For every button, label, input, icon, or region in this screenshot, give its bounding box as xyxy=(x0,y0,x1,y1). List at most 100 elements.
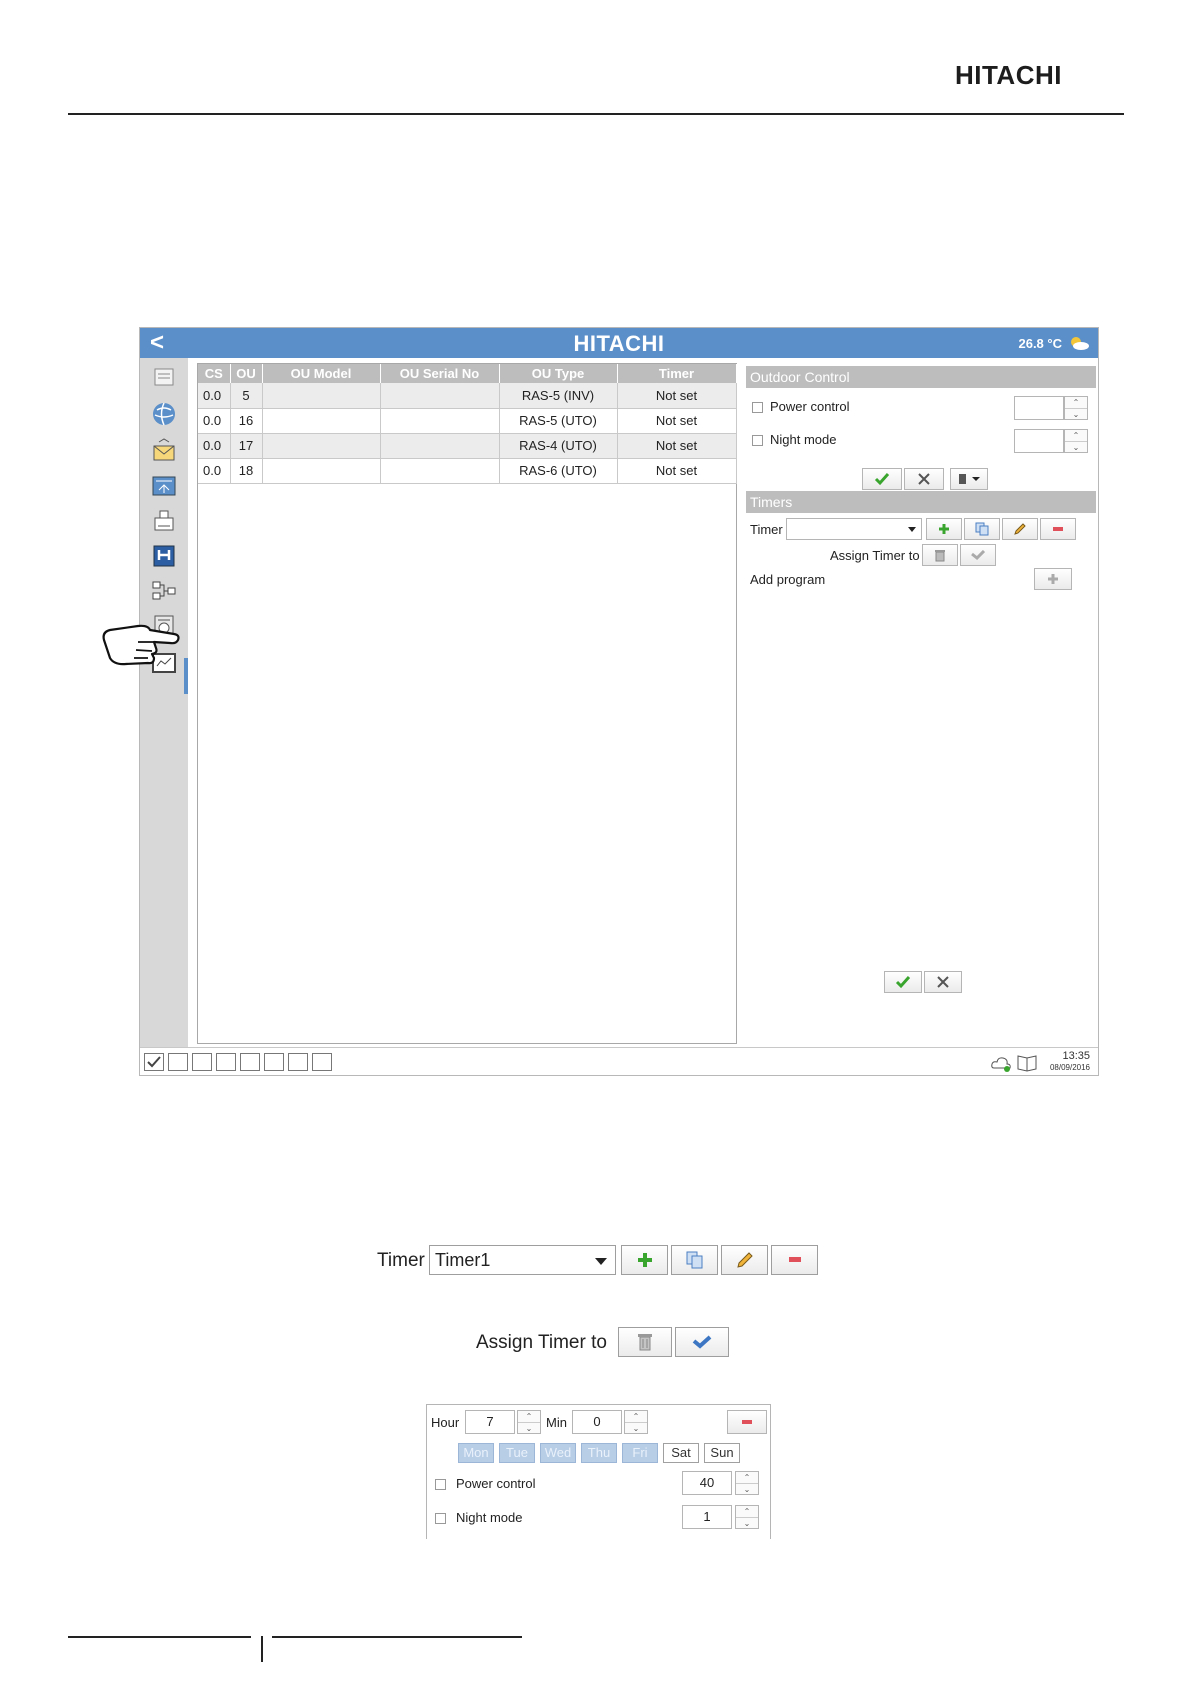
cell-timer: Not set xyxy=(617,408,737,434)
clipboard-icon[interactable] xyxy=(151,364,177,390)
status-slot-checked[interactable] xyxy=(144,1053,164,1071)
detail-copy-timer-button[interactable] xyxy=(671,1245,718,1275)
pencil-icon xyxy=(736,1252,753,1268)
add-program-button[interactable] xyxy=(1034,568,1072,590)
min-input[interactable]: 0 xyxy=(572,1410,622,1434)
detail-add-timer-button[interactable] xyxy=(621,1245,668,1275)
cell-timer: Not set xyxy=(617,383,737,409)
detail-delete-timer-button[interactable] xyxy=(771,1245,818,1275)
program-power-input[interactable]: 40 xyxy=(682,1471,732,1495)
remote-network-icon[interactable] xyxy=(151,473,177,499)
weather-icon xyxy=(1071,337,1089,350)
program-night-input[interactable]: 1 xyxy=(682,1505,732,1529)
status-slot[interactable] xyxy=(216,1053,236,1071)
day-toggle-fri[interactable]: Fri xyxy=(622,1443,658,1463)
table-row[interactable]: 0.0 17 RAS-4 (UTO) Not set xyxy=(198,433,737,459)
sidebar xyxy=(140,358,188,1047)
cell-ou-model xyxy=(262,383,381,409)
detail-edit-timer-button[interactable] xyxy=(721,1245,768,1275)
status-slot[interactable] xyxy=(192,1053,212,1071)
status-slot[interactable] xyxy=(312,1053,332,1071)
cloud-status-icon[interactable] xyxy=(990,1052,1012,1072)
add-program-label: Add program xyxy=(750,572,826,587)
program-night-checkbox[interactable] xyxy=(435,1513,446,1524)
program-power-checkbox[interactable] xyxy=(435,1479,446,1490)
detail-unassign-button[interactable] xyxy=(618,1327,672,1357)
header-ou-type[interactable]: OU Type xyxy=(499,364,618,383)
day-toggle-mon[interactable]: Mon xyxy=(458,1443,494,1463)
header-divider xyxy=(68,113,1124,115)
detail-assign-button[interactable] xyxy=(675,1327,729,1357)
hitachi-h-icon[interactable] xyxy=(151,543,177,569)
status-bar: 13:35 08/09/2016 xyxy=(140,1047,1098,1075)
program-power-stepper[interactable]: ⌃ ⌄ xyxy=(735,1471,759,1495)
book-icon[interactable] xyxy=(1016,1052,1038,1072)
outdoor-unit-table: CS OU OU Model OU Serial No OU Type Time… xyxy=(198,364,737,484)
night-mode-checkbox[interactable] xyxy=(752,435,763,446)
delete-timer-button[interactable] xyxy=(1040,518,1076,540)
hour-stepper[interactable]: ⌃ ⌄ xyxy=(517,1410,541,1434)
header-ou[interactable]: OU xyxy=(230,364,263,383)
night-mode-stepper[interactable]: ⌃ ⌄ xyxy=(1064,429,1088,453)
unassign-timer-button[interactable] xyxy=(922,544,958,566)
power-control-input[interactable] xyxy=(1014,396,1064,420)
header-ou-serial[interactable]: OU Serial No xyxy=(380,364,500,383)
status-slot[interactable] xyxy=(288,1053,308,1071)
assign-timer-button[interactable] xyxy=(960,544,996,566)
header-timer[interactable]: Timer xyxy=(617,364,737,383)
day-toggle-sun[interactable]: Sun xyxy=(704,1443,740,1463)
add-timer-button[interactable] xyxy=(926,518,962,540)
cell-ou: 5 xyxy=(230,383,263,409)
power-control-checkbox[interactable] xyxy=(752,402,763,413)
globe-icon[interactable] xyxy=(151,401,177,427)
footer-rule-right xyxy=(272,1636,522,1638)
footer-rule-divider xyxy=(261,1636,263,1662)
apply-button[interactable] xyxy=(862,468,902,490)
table-row[interactable]: 0.0 5 RAS-5 (INV) Not set xyxy=(198,383,737,409)
trash-icon xyxy=(638,1334,652,1351)
remove-program-button[interactable] xyxy=(727,1410,767,1434)
cancel-button[interactable] xyxy=(904,468,944,490)
status-slot[interactable] xyxy=(240,1053,260,1071)
active-indicator xyxy=(184,658,188,694)
header-ou-model[interactable]: OU Model xyxy=(262,364,381,383)
unit-dropdown-icon xyxy=(959,474,980,484)
timer-select[interactable] xyxy=(786,518,922,540)
program-night-stepper[interactable]: ⌃ ⌄ xyxy=(735,1505,759,1529)
cell-timer: Not set xyxy=(617,433,737,459)
save-timers-button[interactable] xyxy=(884,971,922,993)
day-toggle-wed[interactable]: Wed xyxy=(540,1443,576,1463)
day-toggle-thu[interactable]: Thu xyxy=(581,1443,617,1463)
hour-input[interactable]: 7 xyxy=(465,1410,515,1434)
hotel-icon[interactable] xyxy=(151,508,177,534)
night-mode-input[interactable] xyxy=(1014,429,1064,453)
day-toggle-tue[interactable]: Tue xyxy=(499,1443,535,1463)
unit-menu-button[interactable] xyxy=(950,468,988,490)
min-stepper[interactable]: ⌃ ⌄ xyxy=(624,1410,648,1434)
table-row[interactable]: 0.0 16 RAS-5 (UTO) Not set xyxy=(198,408,737,434)
cell-ou-serial xyxy=(380,433,500,459)
cell-ou-serial xyxy=(380,408,500,434)
cell-ou-serial xyxy=(380,383,500,409)
detail-timer-select[interactable]: Timer1 xyxy=(429,1245,616,1275)
status-slot[interactable] xyxy=(168,1053,188,1071)
detail-timer-label: Timer xyxy=(377,1250,425,1271)
copy-timer-button[interactable] xyxy=(964,518,1000,540)
discard-timers-button[interactable] xyxy=(924,971,962,993)
cell-ou-type: RAS-4 (UTO) xyxy=(499,433,618,459)
header-cs[interactable]: CS xyxy=(198,364,231,383)
mail-icon[interactable] xyxy=(151,438,177,464)
network-nodes-icon[interactable] xyxy=(151,578,177,604)
detail-assign-label: Assign Timer to xyxy=(476,1332,607,1353)
pointing-hand-icon xyxy=(102,624,180,666)
table-row[interactable]: 0.0 18 RAS-6 (UTO) Not set xyxy=(198,458,737,484)
status-slot[interactable] xyxy=(264,1053,284,1071)
day-toggle-sat[interactable]: Sat xyxy=(663,1443,699,1463)
timer-label: Timer xyxy=(750,522,783,537)
edit-timer-button[interactable] xyxy=(1002,518,1038,540)
temperature-readout: 26.8 °C xyxy=(1018,336,1062,351)
power-control-stepper[interactable]: ⌃ ⌄ xyxy=(1064,396,1088,420)
check-icon xyxy=(895,976,911,989)
program-panel: Hour 7 ⌃ ⌄ Min 0 ⌃ ⌄ Mon Tue Wed Thu Fri S… xyxy=(426,1404,771,1539)
plus-icon xyxy=(637,1253,652,1267)
